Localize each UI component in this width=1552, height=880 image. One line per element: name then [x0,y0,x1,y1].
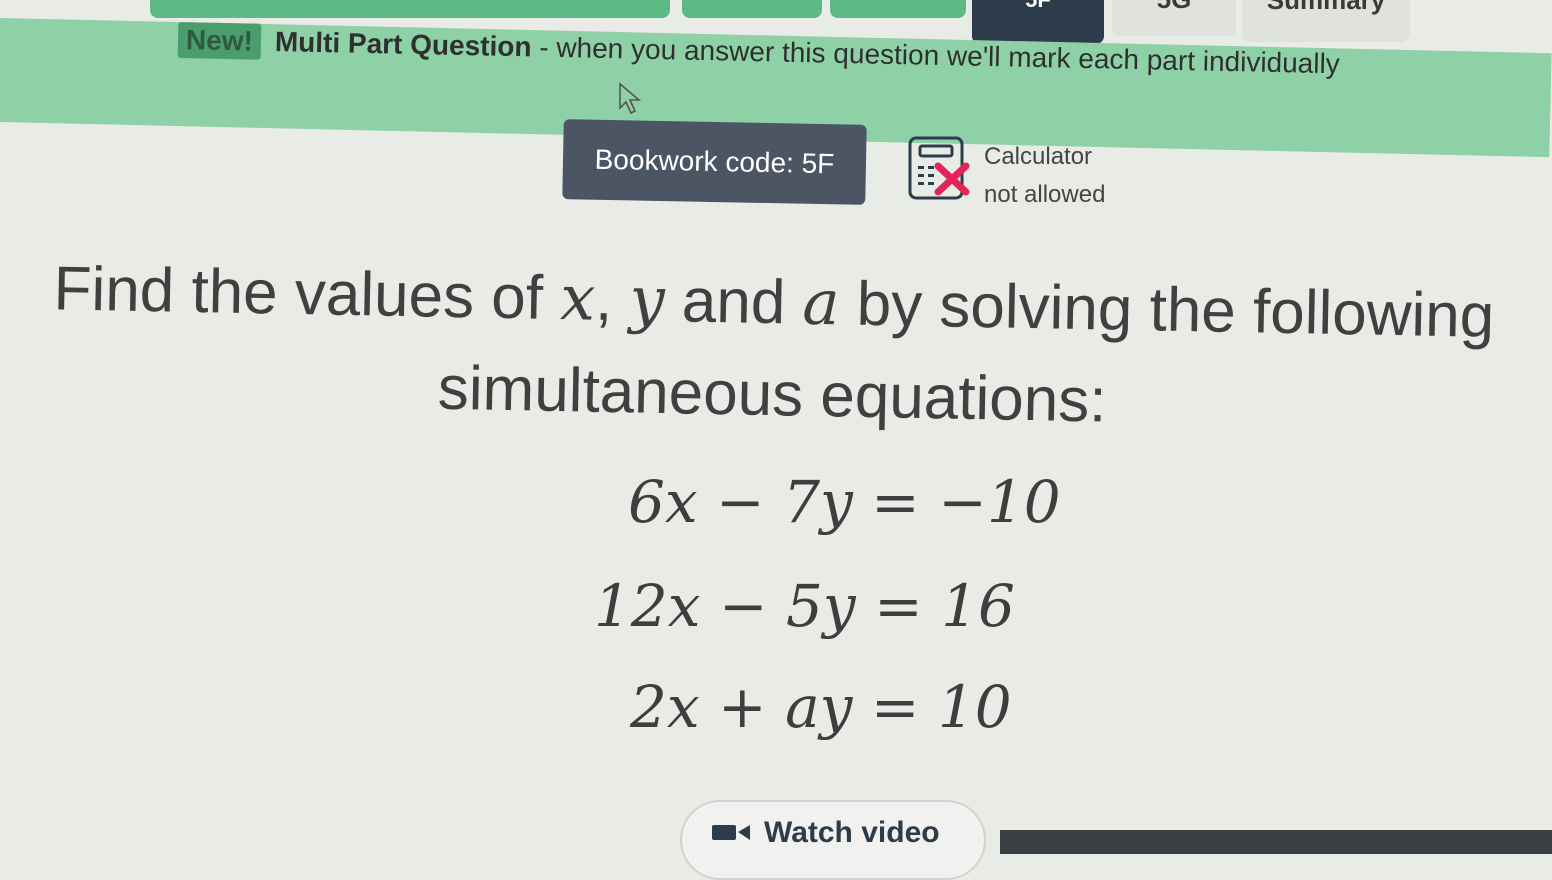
tab-part-b[interactable] [682,0,822,18]
calculator-not-allowed-icon [908,136,970,200]
tab-5g-label: 5G [1157,0,1192,14]
banner-title: Multi Part Question [274,26,532,63]
watch-video-label: Watch video [764,816,940,849]
mouse-cursor-icon [619,82,642,115]
new-badge: New! [177,22,262,60]
var-a: a [801,265,841,340]
question-text: Find the values of x, y and a by solving… [36,242,1509,455]
equation-1: 6x − 7y = −10 [628,468,1061,536]
calculator-line2: not allowed [984,181,1106,208]
equation-2: 12x − 5y = 16 [594,572,1015,640]
var-x: x [559,261,596,335]
question-part1: Find the values of [53,254,561,333]
tab-5g[interactable]: 5G [1112,0,1236,36]
tab-part-c[interactable] [830,0,966,18]
calculator-line1: Calculator [984,143,1093,170]
tab-5f[interactable]: 5F [972,0,1104,44]
equation-3: 2x + ay = 10 [630,673,1012,741]
tab-part-a[interactable] [150,0,670,18]
tab-summary[interactable]: Summary [1242,0,1410,42]
question-and: and [664,266,804,338]
video-camera-icon [712,825,750,840]
screen-edge [1000,830,1552,854]
var-y: y [628,262,666,336]
question-sep: , [594,264,631,335]
watch-video-button[interactable]: Watch video [680,800,986,880]
tab-5f-label: 5F [1025,0,1051,12]
tab-summary-label: Summary [1266,0,1386,15]
bookwork-code-badge: Bookwork code: 5F [562,119,867,205]
bookwork-code-label: Bookwork code: 5F [594,143,835,180]
calculator-status: Calculator not allowed [984,138,1105,214]
